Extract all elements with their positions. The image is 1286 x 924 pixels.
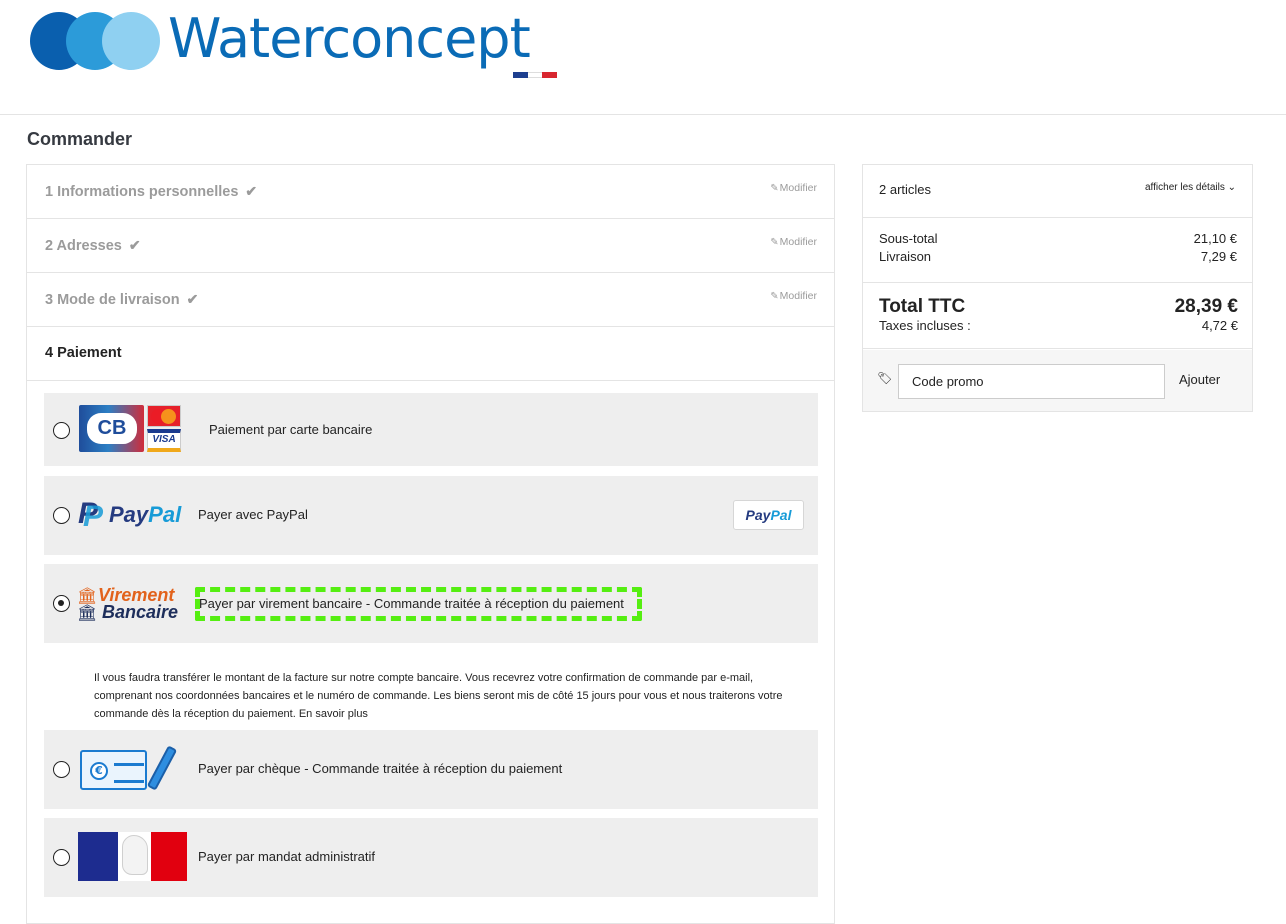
paypal-button[interactable]: PayPal: [733, 500, 804, 530]
payment-label: Payer avec PayPal: [198, 507, 308, 522]
bank-icon: 🏛: [77, 586, 98, 605]
payment-label: Payer par mandat administratif: [198, 849, 376, 864]
checkmark-icon: ✔: [128, 237, 141, 253]
mastercard-icon: [147, 405, 181, 427]
pen-icon: [146, 745, 178, 791]
subtotal-label: Sous-total: [879, 231, 938, 246]
payment-option-bank-transfer[interactable]: 🏛 🏛 Virement Bancaire Payer par virement…: [44, 564, 818, 643]
payment-label: Paiement par carte bancaire: [209, 422, 373, 437]
step-title: 1 Informations personnelles: [45, 184, 239, 200]
chevron-down-icon: ⌄: [1227, 182, 1236, 193]
show-details-link[interactable]: afficher les détails ⌄: [1145, 182, 1236, 193]
payment-option-paypal[interactable]: PP PayPal Payer avec PayPal PayPal: [44, 476, 818, 555]
paypal-logo: PP PayPal: [78, 497, 182, 533]
step-title: 2 Adresses: [45, 238, 122, 254]
shipping-label: Livraison: [879, 249, 932, 264]
tax-label: Taxes incluses :: [879, 318, 971, 333]
summary-total: Total TTC 28,39 € Taxes incluses : 4,72 …: [863, 283, 1252, 349]
edit-label: Modifier: [779, 236, 817, 248]
step-payment: 4 Paiement: [27, 327, 834, 381]
promo-code-input[interactable]: [898, 364, 1165, 399]
payment-label: Payer par chèque - Commande traitée à ré…: [198, 761, 563, 776]
pencil-icon: ✎: [770, 291, 779, 302]
shipping-value: 7,29 €: [1200, 249, 1237, 264]
summary-header: 2 articles afficher les détails ⌄: [863, 165, 1252, 218]
radio-cheque[interactable]: [53, 761, 70, 778]
bank-transfer-logo: 🏛 🏛 Virement Bancaire: [77, 585, 187, 622]
edit-link[interactable]: ✎Modifier: [770, 236, 817, 248]
visa-text: VISA: [152, 434, 176, 445]
checkout-steps: 1 Informations personnelles ✔ ✎Modifier …: [26, 164, 835, 924]
marianne-icon: [78, 832, 187, 881]
logo-line2: Bancaire: [102, 602, 179, 622]
edit-link[interactable]: ✎Modifier: [770, 290, 817, 302]
pencil-icon: ✎: [770, 183, 779, 194]
logo-text: Waterconcept: [168, 7, 531, 70]
total-label: Total TTC: [879, 296, 966, 317]
article-count: 2 articles: [879, 182, 932, 197]
step-title: 4 Paiement: [45, 345, 122, 361]
tag-icon: 🏷: [877, 371, 893, 385]
step-title: 3 Mode de livraison: [45, 292, 180, 308]
logo-circles-icon: [30, 12, 160, 70]
pencil-icon: ✎: [770, 237, 779, 248]
details-label: afficher les détails: [1144, 182, 1225, 193]
checkmark-icon: ✔: [245, 183, 258, 199]
radio-card[interactable]: [53, 422, 70, 439]
payment-option-cheque[interactable]: € Payer par chèque - Commande traitée à …: [44, 730, 818, 809]
site-header: Waterconcept: [0, 0, 1286, 115]
edit-link[interactable]: ✎Modifier: [770, 182, 817, 194]
promo-code-section: 🏷 Ajouter: [863, 350, 1252, 411]
cb-card-logo: CB VISA: [79, 405, 181, 452]
bank-icon: 🏛: [77, 603, 98, 622]
step-addresses[interactable]: 2 Adresses ✔ ✎Modifier: [27, 219, 834, 273]
radio-bank-transfer[interactable]: [53, 595, 70, 612]
edit-label: Modifier: [779, 290, 817, 302]
page-title: Commander: [27, 129, 133, 149]
order-summary: 2 articles afficher les détails ⌄ Sous-t…: [862, 164, 1253, 412]
edit-label: Modifier: [779, 182, 817, 194]
step-shipping-method[interactable]: 3 Mode de livraison ✔ ✎Modifier: [27, 273, 834, 327]
add-promo-button[interactable]: Ajouter: [1179, 372, 1220, 387]
radio-paypal[interactable]: [53, 507, 70, 524]
radio-administrative[interactable]: [53, 849, 70, 866]
waterconcept-logo[interactable]: Waterconcept: [30, 7, 570, 84]
payment-option-card[interactable]: CB VISA Paiement par carte bancaire: [44, 393, 818, 466]
total-value: 28,39 €: [1174, 296, 1238, 317]
payment-label: Payer par virement bancaire - Commande t…: [199, 596, 624, 611]
subtotal-value: 21,10 €: [1193, 231, 1237, 246]
french-flag-icon: [513, 72, 558, 78]
cb-logo-text: CB: [87, 413, 137, 444]
step-personal-info[interactable]: 1 Informations personnelles ✔ ✎Modifier: [27, 165, 834, 219]
payment-option-administrative[interactable]: Payer par mandat administratif: [44, 818, 818, 897]
checkmark-icon: ✔: [186, 291, 199, 307]
bank-transfer-description: Il vous faudra transférer le montant de …: [94, 672, 783, 720]
tax-value: 4,72 €: [1201, 318, 1238, 333]
visa-icon: VISA: [147, 429, 181, 452]
summary-lines: Sous-total 21,10 € Livraison 7,29 €: [863, 218, 1252, 283]
cheque-icon: €: [77, 745, 187, 795]
